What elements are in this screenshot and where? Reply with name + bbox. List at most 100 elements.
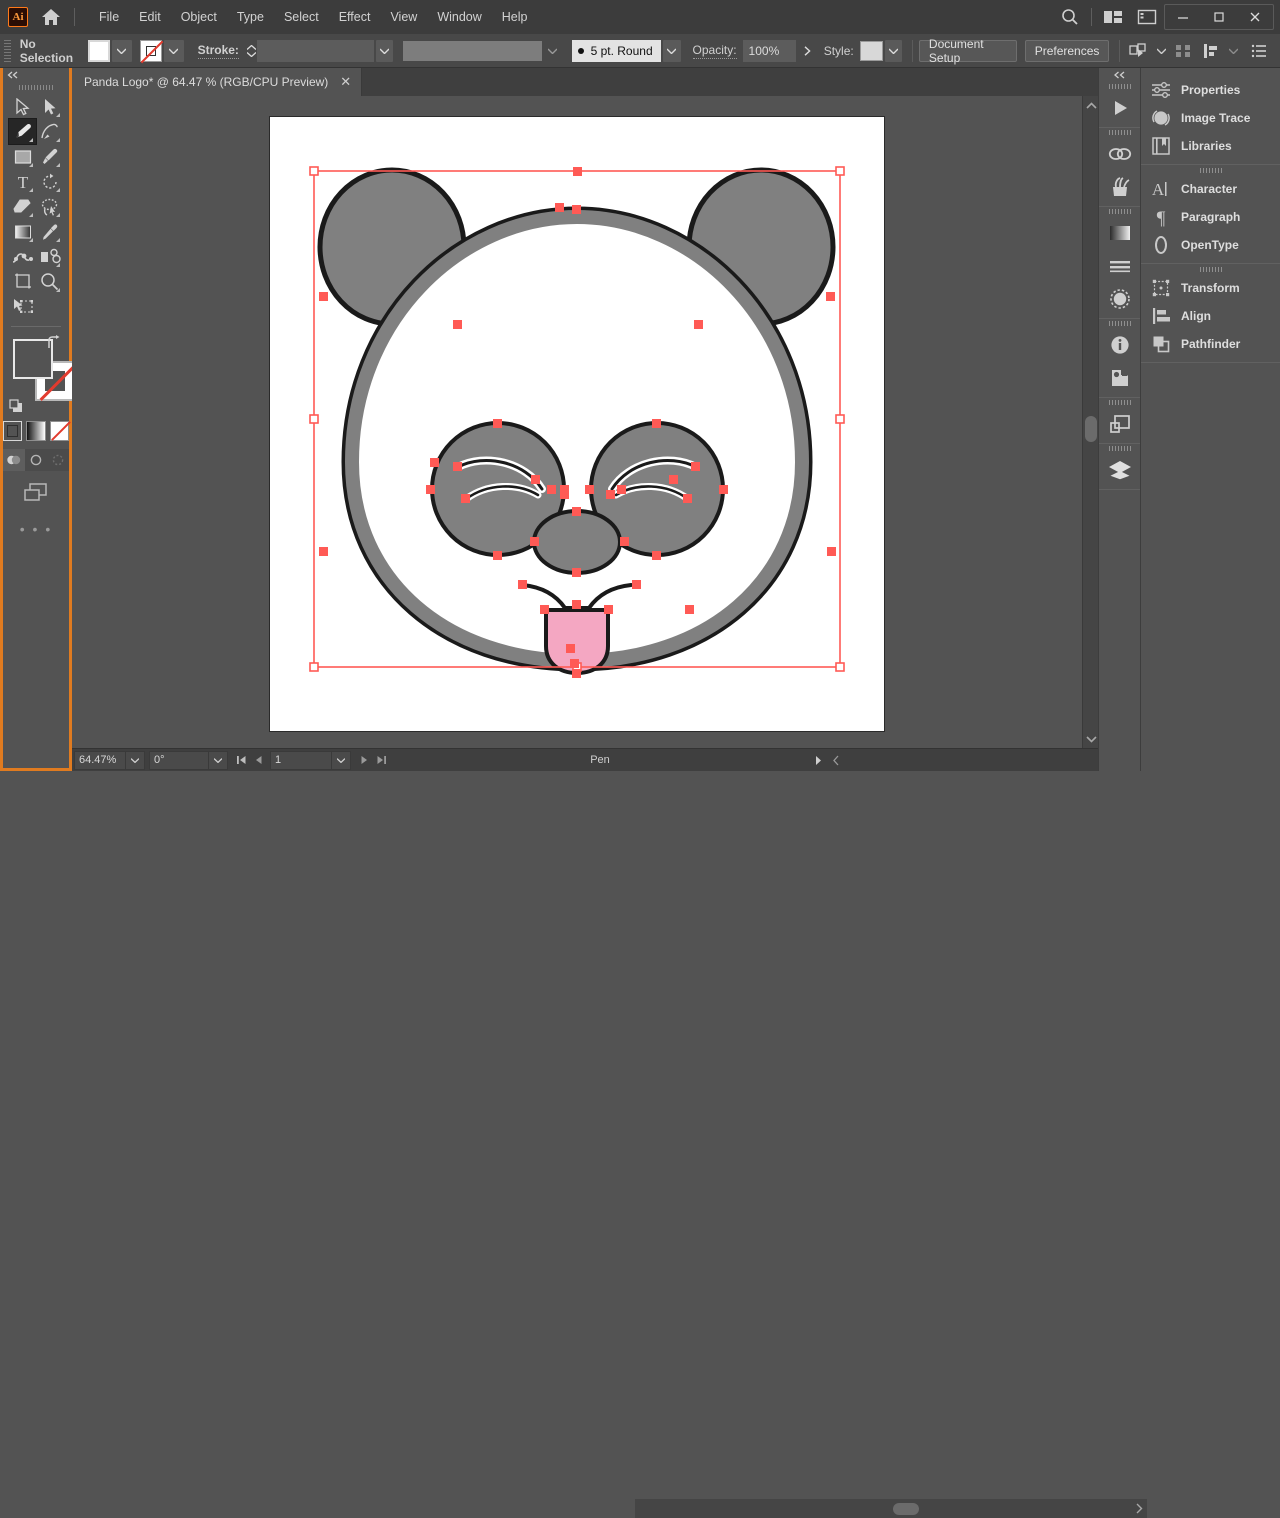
- panel-group-grip-transform[interactable]: [1141, 264, 1280, 274]
- gradient-tool[interactable]: [9, 219, 36, 244]
- width-profile-field[interactable]: [402, 40, 543, 61]
- blend-tool[interactable]: [9, 244, 36, 269]
- preferences-button[interactable]: Preferences: [1024, 39, 1110, 62]
- workspace-switcher-icon[interactable]: [1130, 0, 1164, 34]
- document-info-icon[interactable]: [1099, 328, 1140, 361]
- asset-export-icon[interactable]: [1099, 361, 1140, 394]
- icon-group-grip-4[interactable]: [1099, 319, 1140, 328]
- fill-swatch[interactable]: [87, 39, 110, 62]
- graphic-style-swatch[interactable]: [859, 40, 883, 61]
- lasso-tool[interactable]: [36, 194, 63, 219]
- stroke-weight-stepper[interactable]: [245, 40, 257, 62]
- arrange-documents-icon[interactable]: [1096, 0, 1130, 34]
- artboards-icon[interactable]: [1099, 407, 1140, 440]
- maximize-button[interactable]: [1201, 5, 1237, 29]
- close-tab-icon[interactable]: ✕: [340, 74, 351, 90]
- symbols-icon[interactable]: [1099, 170, 1140, 203]
- menu-edit[interactable]: Edit: [129, 6, 171, 28]
- menu-effect[interactable]: Effect: [329, 6, 381, 28]
- page-dropdown[interactable]: [332, 750, 351, 770]
- artboard[interactable]: [269, 116, 885, 732]
- horizontal-scroll-thumb[interactable]: [893, 1503, 919, 1515]
- artboard-tool[interactable]: [9, 269, 36, 294]
- scroll-right-icon[interactable]: [1136, 1503, 1143, 1514]
- type-tool[interactable]: T: [9, 169, 36, 194]
- zoom-dropdown[interactable]: [126, 750, 145, 770]
- menu-select[interactable]: Select: [274, 6, 329, 28]
- menu-view[interactable]: View: [380, 6, 427, 28]
- width-profile-dropdown[interactable]: [544, 40, 561, 62]
- collapse-panels-icon[interactable]: [1099, 68, 1140, 82]
- rectangle-tool[interactable]: [9, 144, 36, 169]
- panel-item-pathfinder[interactable]: Pathfinder: [1141, 330, 1280, 358]
- menu-type[interactable]: Type: [227, 6, 274, 28]
- toolbar-grip[interactable]: [3, 82, 69, 92]
- select-similar-dropdown-icon[interactable]: [1153, 40, 1170, 62]
- panel-group-grip-type[interactable]: [1141, 165, 1280, 175]
- document-tab[interactable]: Panda Logo* @ 64.47 % (RGB/CPU Preview) …: [72, 68, 363, 96]
- edit-toolbar-button[interactable]: • • •: [3, 521, 69, 537]
- menu-object[interactable]: Object: [171, 6, 227, 28]
- page-number-field[interactable]: 1: [270, 750, 332, 770]
- horizontal-scrollbar[interactable]: [635, 1499, 1147, 1518]
- transparency-icon[interactable]: [1099, 282, 1140, 315]
- panel-item-libraries[interactable]: Libraries: [1141, 132, 1280, 160]
- rotate-tool[interactable]: [36, 169, 63, 194]
- layers-icon[interactable]: [1099, 453, 1140, 486]
- previous-page-icon[interactable]: [250, 751, 267, 770]
- gradient-mode-button[interactable]: [26, 421, 46, 441]
- screen-mode-icon[interactable]: [21, 481, 51, 505]
- panel-item-image-trace[interactable]: Image Trace: [1141, 104, 1280, 132]
- minimize-button[interactable]: [1165, 5, 1201, 29]
- zoom-level-field[interactable]: 64.47%: [74, 750, 126, 770]
- icon-group-grip-6[interactable]: [1099, 444, 1140, 453]
- swap-fill-stroke-icon[interactable]: [45, 335, 61, 351]
- symbol-sprayer-tool[interactable]: [36, 244, 63, 269]
- first-page-icon[interactable]: [233, 751, 250, 770]
- draw-behind-button[interactable]: [25, 449, 47, 471]
- brush-definition-dropdown[interactable]: [663, 39, 681, 62]
- draw-inside-button[interactable]: [47, 449, 69, 471]
- panel-item-transform[interactable]: Transform: [1141, 274, 1280, 302]
- play-actions-icon[interactable]: [1099, 91, 1140, 124]
- eraser-tool[interactable]: [9, 194, 36, 219]
- menu-help[interactable]: Help: [492, 6, 538, 28]
- chevron-down-icon[interactable]: [1225, 40, 1242, 62]
- draw-normal-button[interactable]: [3, 449, 25, 471]
- brush-definition-field[interactable]: 5 pt. Round: [571, 39, 662, 62]
- zoom-tool[interactable]: [36, 269, 63, 294]
- paintbrush-tool[interactable]: [36, 144, 63, 169]
- panel-item-align[interactable]: Align: [1141, 302, 1280, 330]
- none-mode-button[interactable]: [49, 421, 69, 441]
- panel-item-paragraph[interactable]: ¶ Paragraph: [1141, 203, 1280, 231]
- color-mode-button[interactable]: [3, 421, 23, 441]
- menu-file[interactable]: File: [89, 6, 129, 28]
- more-options-icon[interactable]: [1244, 40, 1274, 62]
- rotation-field[interactable]: 0°: [149, 750, 209, 770]
- align-icon[interactable]: [1172, 40, 1196, 62]
- pen-tool[interactable]: [8, 118, 37, 145]
- scroll-down-icon[interactable]: [1083, 732, 1099, 746]
- next-page-icon[interactable]: [356, 751, 373, 770]
- gradient-icon[interactable]: [1099, 216, 1140, 249]
- stroke-swatch-none[interactable]: [139, 39, 162, 62]
- graphic-style-dropdown[interactable]: [884, 39, 903, 62]
- document-setup-button[interactable]: Document Setup: [918, 37, 1017, 65]
- fill-dropdown[interactable]: [111, 39, 132, 62]
- stroke-panel-icon[interactable]: [1099, 249, 1140, 282]
- search-icon[interactable]: [1053, 0, 1087, 34]
- home-icon[interactable]: [38, 5, 64, 29]
- panel-item-character[interactable]: A Character: [1141, 175, 1280, 203]
- menu-window[interactable]: Window: [427, 6, 491, 28]
- stroke-dropdown[interactable]: [163, 39, 184, 62]
- curvature-tool[interactable]: [36, 119, 63, 144]
- stroke-weight-dropdown[interactable]: [375, 39, 393, 62]
- links-icon[interactable]: [1099, 137, 1140, 170]
- app-logo-icon[interactable]: Ai: [8, 7, 28, 27]
- icon-group-grip-5[interactable]: [1099, 398, 1140, 407]
- control-bar-grip[interactable]: [3, 39, 12, 62]
- vertical-scrollbar[interactable]: [1082, 96, 1098, 748]
- selection-tool[interactable]: [9, 94, 36, 119]
- direct-selection-tool[interactable]: [36, 94, 63, 119]
- scroll-up-icon[interactable]: [1083, 98, 1099, 112]
